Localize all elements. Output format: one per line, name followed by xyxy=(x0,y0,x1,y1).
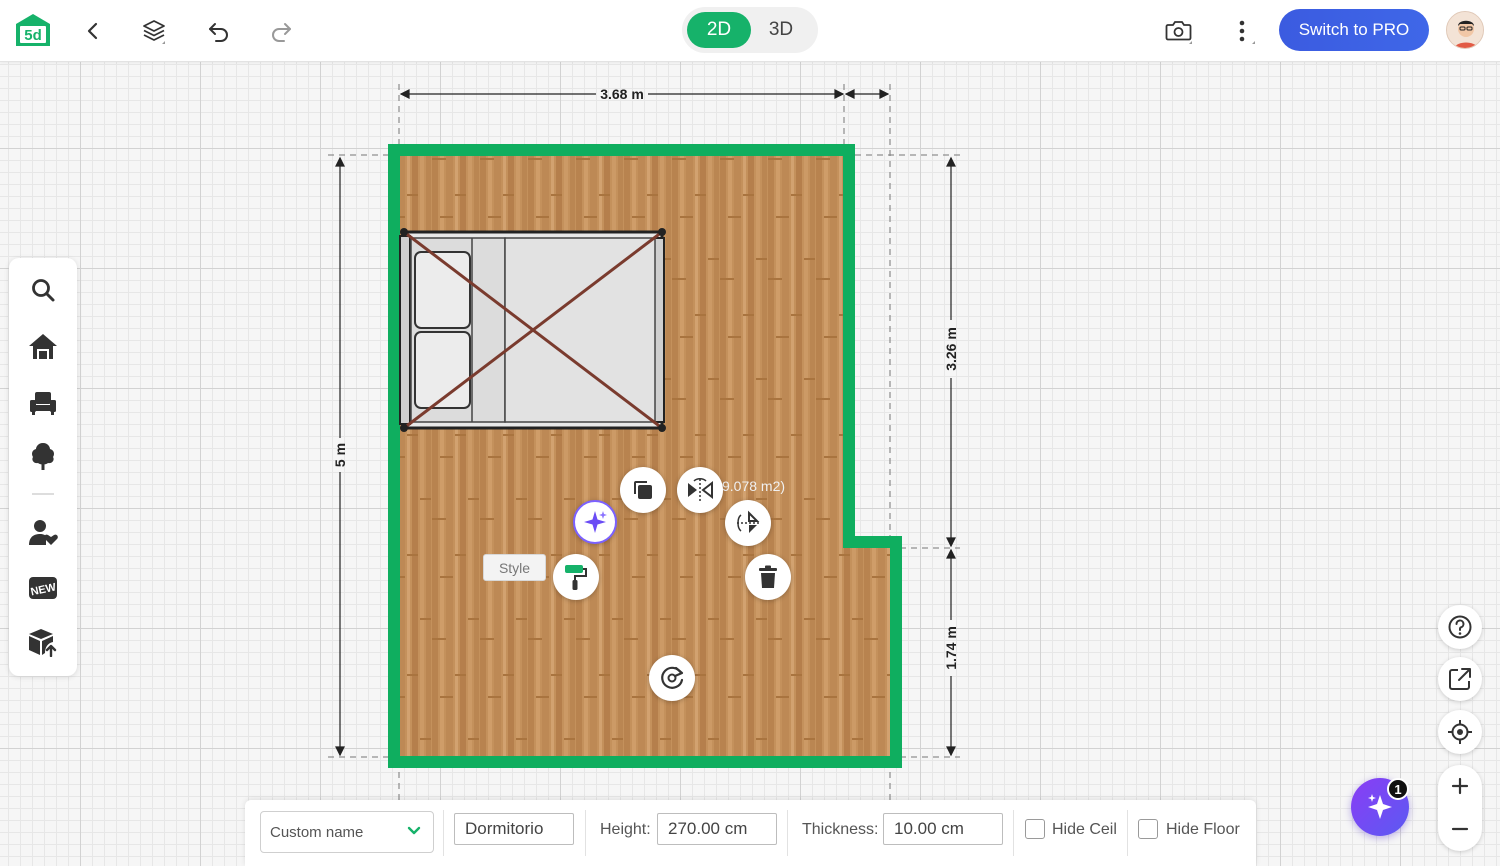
mirror-icon xyxy=(688,478,713,501)
thickness-input[interactable] xyxy=(883,813,1003,845)
home-icon xyxy=(29,334,57,359)
back-button[interactable] xyxy=(73,11,113,51)
screenshot-button[interactable] xyxy=(1159,11,1199,51)
layers-button[interactable] xyxy=(134,11,174,51)
sidebar-item-new[interactable]: NEW xyxy=(23,568,63,608)
center-view-button[interactable] xyxy=(1438,710,1482,754)
zoom-controls xyxy=(1438,765,1482,851)
more-menu-button[interactable] xyxy=(1222,11,1262,51)
zoom-out-button[interactable] xyxy=(1438,809,1482,849)
logo-text: 5d xyxy=(24,27,42,44)
view-3d-button[interactable]: 3D xyxy=(749,12,813,48)
view-2d-button[interactable]: 2D xyxy=(687,12,751,48)
room-name-input[interactable] xyxy=(454,813,574,845)
height-input[interactable] xyxy=(657,813,777,845)
style-button[interactable] xyxy=(553,554,599,600)
sidebar-item-furniture[interactable] xyxy=(23,382,63,422)
chevron-down-icon xyxy=(407,826,421,835)
rotate-button[interactable] xyxy=(649,655,695,701)
hide-ceil-label: Hide Ceil xyxy=(1052,821,1117,838)
layers-icon xyxy=(143,20,165,44)
flip-icon xyxy=(737,510,760,533)
left-sidebar: NEW xyxy=(9,258,77,676)
ai-sparkle-icon xyxy=(584,511,607,533)
separator xyxy=(787,810,788,856)
redo-icon xyxy=(272,23,291,42)
switch-to-pro-button[interactable]: Switch to PRO xyxy=(1279,9,1429,51)
sidebar-item-outdoor[interactable] xyxy=(23,436,63,476)
separator xyxy=(1013,810,1014,856)
height-label: Height: xyxy=(600,821,651,838)
share-icon xyxy=(1449,668,1471,690)
locate-icon xyxy=(1448,720,1472,744)
bed[interactable] xyxy=(399,228,666,432)
paint-roller-icon xyxy=(565,565,587,590)
sidebar-item-home[interactable] xyxy=(23,326,63,366)
furniture-icon xyxy=(30,392,56,415)
tree-icon xyxy=(32,443,54,470)
dimension-right-upper-label: 3.26 m xyxy=(943,327,959,371)
sidebar-item-search[interactable] xyxy=(23,270,63,310)
notification-badge: 1 xyxy=(1387,778,1409,800)
sidebar-item-favorites[interactable] xyxy=(23,512,63,552)
user-heart-icon xyxy=(29,520,58,545)
new-icon: NEW xyxy=(29,577,58,599)
app-logo[interactable]: 5d xyxy=(15,13,51,47)
mirror-button[interactable] xyxy=(677,467,723,513)
floor-plan-canvas[interactable]: 3.68 m 5 m 3.26 m 1.74 m 9.078 m2) xyxy=(0,0,1500,866)
flip-button[interactable] xyxy=(725,500,771,546)
box-upload-icon xyxy=(29,629,57,657)
room-properties-bar: Custom name Height: Thickness: Hide Ceil… xyxy=(245,800,1256,866)
copy-icon xyxy=(634,481,652,499)
thickness-label: Thickness: xyxy=(802,821,879,838)
sidebar-divider xyxy=(32,493,54,495)
room-name-type-select[interactable]: Custom name xyxy=(260,811,434,853)
undo-icon xyxy=(209,23,228,42)
delete-button[interactable] xyxy=(745,554,791,600)
more-icon xyxy=(1239,20,1255,44)
hide-ceil-checkbox[interactable] xyxy=(1025,819,1045,839)
share-button[interactable] xyxy=(1438,657,1482,701)
trash-icon xyxy=(759,565,777,588)
copy-button[interactable] xyxy=(620,467,666,513)
dimension-top-label: 3.68 m xyxy=(600,86,644,102)
avatar-icon xyxy=(1447,12,1483,48)
zoom-out-icon xyxy=(1451,827,1469,831)
separator xyxy=(1127,810,1128,856)
redo-button[interactable] xyxy=(261,11,301,51)
undo-button[interactable] xyxy=(199,11,239,51)
room-area-label: 9.078 m2) xyxy=(722,478,785,494)
rotate-icon xyxy=(661,666,684,689)
hide-floor-label: Hide Floor xyxy=(1166,821,1240,838)
zoom-in-button[interactable] xyxy=(1438,766,1482,806)
camera-icon xyxy=(1165,21,1192,44)
dimension-left-label: 5 m xyxy=(332,443,348,467)
separator xyxy=(585,810,586,856)
help-button[interactable] xyxy=(1438,605,1482,649)
style-tooltip: Style xyxy=(483,554,546,581)
view-mode-toggle: 2D 3D xyxy=(682,7,818,53)
separator xyxy=(443,810,444,856)
zoom-in-icon xyxy=(1451,777,1469,795)
sidebar-item-upload-model[interactable] xyxy=(23,622,63,662)
user-avatar[interactable] xyxy=(1446,11,1484,49)
search-icon xyxy=(32,279,55,302)
hide-floor-checkbox[interactable] xyxy=(1138,819,1158,839)
help-icon xyxy=(1448,615,1472,639)
dimension-right-lower-label: 1.74 m xyxy=(943,626,959,670)
top-toolbar: 5d 2D 3D Switch to PRO xyxy=(0,0,1500,62)
ai-design-button[interactable] xyxy=(573,500,617,544)
room-name-type-value: Custom name xyxy=(270,823,364,841)
back-icon xyxy=(87,22,98,40)
